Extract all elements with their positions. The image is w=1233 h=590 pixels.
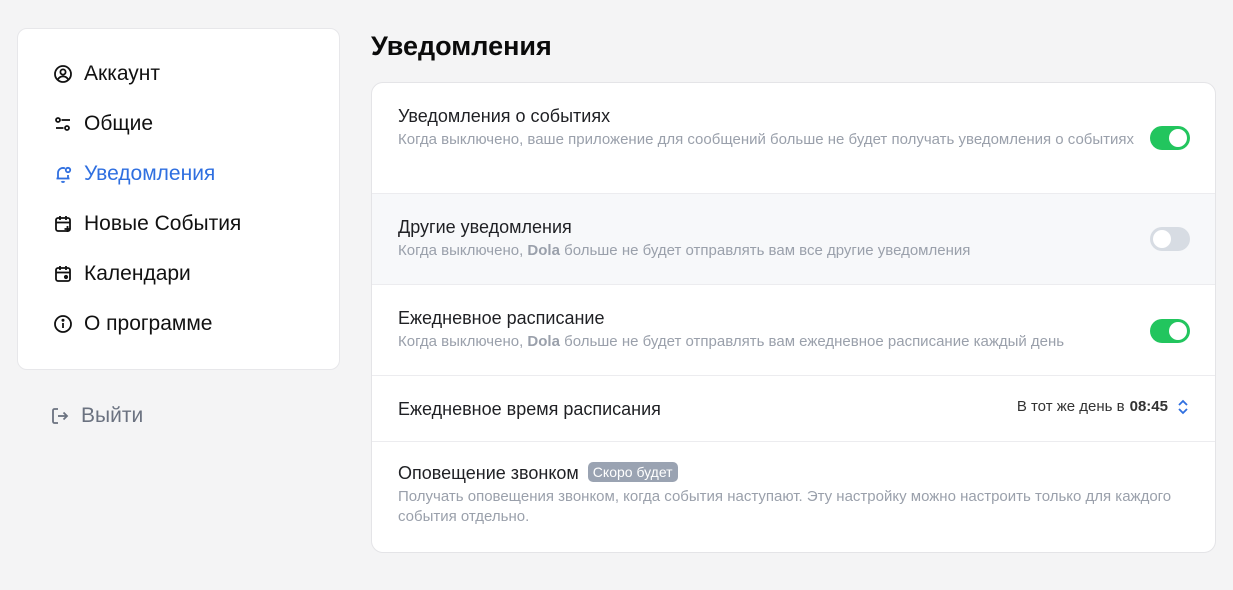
setting-title: Уведомления о событиях [398, 106, 611, 126]
setting-title: Ежедневное расписание [398, 308, 605, 328]
settings-sidebar: Аккаунт Общие Уведомления Новые События … [17, 28, 340, 370]
calendar-plus-icon [53, 214, 73, 234]
bell-icon [53, 164, 73, 184]
toggle-knob [1169, 322, 1187, 340]
user-circle-icon [53, 64, 73, 84]
sidebar-item-label: Уведомления [84, 162, 216, 185]
schedule-time-value: 08:45 [1129, 398, 1168, 415]
other-notifications-row: Другие уведомления Когда выключено, Dola… [372, 194, 1215, 285]
event-notifications-toggle[interactable] [1150, 126, 1190, 150]
sidebar-item-label: Новые События [84, 212, 242, 235]
info-icon [53, 314, 73, 334]
toggle-knob [1169, 129, 1187, 147]
sidebar-item-about[interactable]: О программе [18, 299, 339, 349]
schedule-time-prefix: В тот же день в [1016, 398, 1125, 415]
logout-label: Выйти [81, 404, 144, 427]
notification-settings-card: Уведомления о событиях Когда выключено, … [371, 82, 1216, 553]
setting-description: Когда выключено, ваше приложение для соо… [398, 131, 1135, 148]
sidebar-item-label: О программе [84, 312, 213, 335]
sidebar-item-label: Календари [84, 262, 191, 285]
other-notifications-toggle[interactable] [1150, 227, 1190, 251]
sidebar-item-new-events[interactable]: Новые События [18, 199, 339, 249]
brand-name: Dola [527, 242, 560, 259]
sidebar-item-general[interactable]: Общие [18, 99, 339, 149]
daily-schedule-toggle[interactable] [1150, 319, 1190, 343]
sidebar-item-calendars[interactable]: Календари [18, 249, 339, 299]
setting-description: Когда выключено, Dola больше не будет от… [398, 333, 1065, 350]
sidebar-item-label: Общие [84, 112, 154, 135]
setting-description: Получать оповещения звонком, когда событ… [398, 488, 1172, 525]
schedule-time-select[interactable]: В тот же день в 08:45 [1017, 398, 1189, 415]
daily-schedule-row: Ежедневное расписание Когда выключено, D… [372, 285, 1215, 376]
setting-title: Оповещение звонком Скоро будет [398, 462, 1189, 484]
setting-title: Другие уведомления [398, 217, 572, 237]
sliders-icon [53, 114, 73, 134]
call-alert-row: Оповещение звонком Скоро будет Получать о… [372, 442, 1215, 552]
chevron-updown-icon [1177, 399, 1189, 415]
coming-soon-badge: Скоро будет [587, 462, 678, 482]
event-notifications-row: Уведомления о событиях Когда выключено, … [372, 83, 1215, 194]
logout-button[interactable]: Выйти [50, 398, 143, 434]
daily-schedule-time-row: Ежедневное время расписания В тот же ден… [372, 376, 1215, 442]
call-alert-title: Оповещение звонком [398, 463, 579, 483]
sidebar-item-account[interactable]: Аккаунт [18, 49, 339, 99]
toggle-knob [1153, 230, 1171, 248]
page-title: Уведомления [371, 31, 552, 61]
calendar-icon [53, 264, 73, 284]
sidebar-item-notifications[interactable]: Уведомления [18, 149, 339, 199]
setting-description: Когда выключено, Dola больше не будет от… [398, 242, 971, 259]
logout-icon [50, 406, 70, 426]
sidebar-item-label: Аккаунт [84, 62, 161, 85]
brand-name: Dola [527, 333, 560, 350]
